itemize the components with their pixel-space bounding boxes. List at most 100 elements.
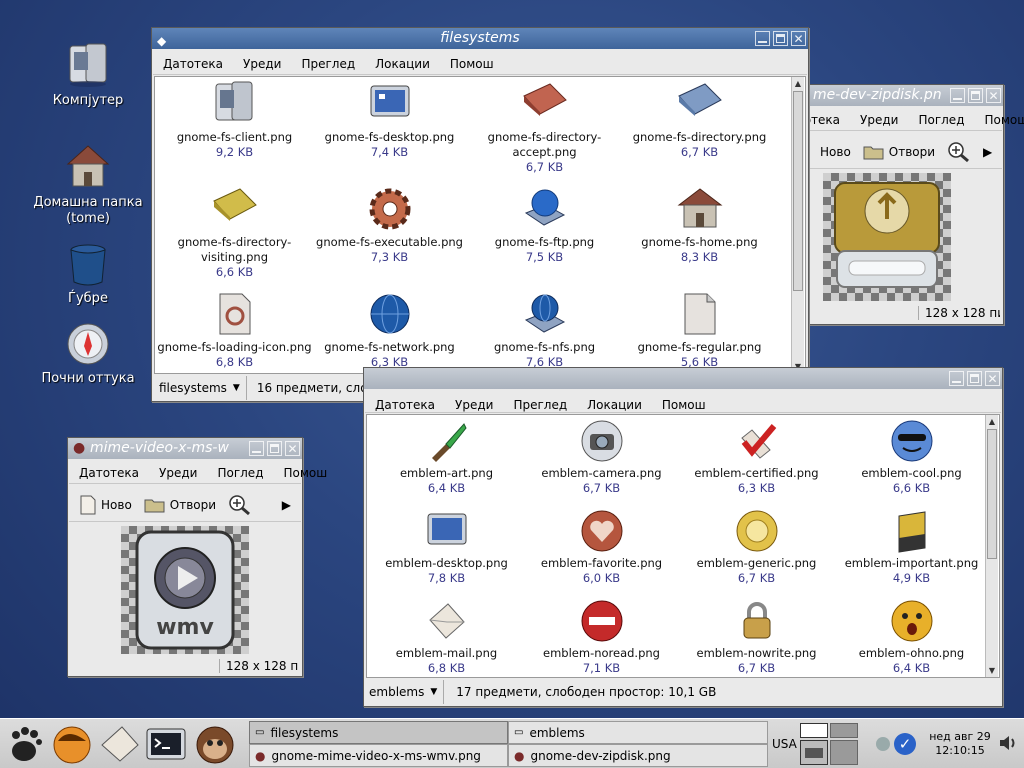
computer-icon	[69, 43, 107, 87]
minimize-button[interactable]	[949, 371, 964, 386]
menu-edit[interactable]: Уреди	[149, 466, 207, 480]
file-item[interactable]: gnome-fs-client.png 9,2 KB	[157, 77, 312, 182]
launcher-gaim[interactable]	[192, 723, 238, 765]
workspace-2[interactable]	[830, 723, 858, 738]
menu-edit[interactable]: Уреди	[233, 57, 291, 71]
file-item[interactable]: gnome-fs-directory-visiting.png 6,6 KB	[157, 182, 312, 287]
vertical-scrollbar[interactable]: ▲ ▼	[791, 77, 804, 373]
task-emblems[interactable]: ▭ emblems	[508, 721, 768, 744]
maximize-button[interactable]	[773, 31, 788, 46]
titlebar[interactable]: ● mime-video-x-ms-w	[68, 438, 302, 459]
file-item[interactable]: emblem-generic.png 6,7 KB	[679, 505, 834, 595]
toolbar-overflow-arrow[interactable]: ▶	[278, 496, 295, 514]
minimize-button[interactable]	[755, 31, 770, 46]
file-item[interactable]: gnome-fs-regular.png 5,6 KB	[622, 287, 777, 373]
menu-places[interactable]: Локации	[365, 57, 440, 71]
menu-view[interactable]: Поглед	[908, 113, 974, 127]
task-zipdisk-viewer[interactable]: ● gnome-dev-zipdisk.png	[508, 744, 768, 767]
file-item[interactable]: gnome-fs-executable.png 7,3 KB	[312, 182, 467, 287]
window-menu-icon[interactable]: ◆	[157, 31, 166, 49]
launcher-terminal[interactable]	[144, 723, 188, 765]
file-item[interactable]: emblem-art.png 6,4 KB	[369, 415, 524, 505]
launcher-firefox[interactable]	[50, 723, 94, 765]
volume-icon[interactable]	[998, 733, 1018, 756]
file-item[interactable]: emblem-ohno.png 6,4 KB	[834, 595, 989, 677]
menu-help[interactable]: Помош	[440, 57, 504, 71]
file-item[interactable]: emblem-desktop.png 7,8 KB	[369, 505, 524, 595]
desktop-icon-start-here[interactable]: Почни оттука	[18, 322, 158, 387]
open-button[interactable]: Отвори	[859, 141, 939, 163]
open-button[interactable]: Отвори	[140, 494, 220, 516]
titlebar[interactable]	[364, 368, 1002, 389]
new-button[interactable]: Ново	[75, 493, 136, 517]
file-item[interactable]: gnome-fs-desktop.png 7,4 KB	[312, 77, 467, 182]
clock[interactable]: нед авг 29 12:10:15	[928, 730, 992, 758]
update-check-icon[interactable]: ✓	[894, 733, 916, 755]
gnome-foot-menu-button[interactable]	[4, 723, 46, 765]
file-item[interactable]: emblem-camera.png 6,7 KB	[524, 415, 679, 505]
menu-help[interactable]: Помош	[975, 113, 1024, 127]
file-item[interactable]: gnome-fs-nfs.png 7,6 KB	[467, 287, 622, 373]
desktop-icon-trash[interactable]: Ѓубре	[18, 242, 158, 307]
titlebar[interactable]: ◆ filesystems	[152, 28, 808, 49]
zoom-in-button[interactable]	[224, 492, 256, 518]
file-item[interactable]: gnome-fs-directory.png 6,7 KB	[622, 77, 777, 182]
scrollbar-thumb[interactable]	[987, 429, 997, 559]
task-filesystems[interactable]: ▭ filesystems	[249, 721, 508, 744]
file-item[interactable]: gnome-fs-network.png 6,3 KB	[312, 287, 467, 373]
close-button[interactable]	[285, 439, 300, 459]
launcher-mail[interactable]	[98, 723, 142, 765]
menu-edit[interactable]: Уреди	[850, 113, 908, 127]
file-item[interactable]: emblem-important.png 4,9 KB	[834, 505, 989, 595]
menu-file[interactable]: Датотека	[153, 57, 233, 71]
toolbar-overflow-arrow[interactable]: ▶	[979, 143, 996, 161]
keyboard-layout-indicator[interactable]: USA	[772, 737, 797, 751]
titlebar[interactable]: me-dev-zipdisk.pn	[807, 85, 1003, 106]
vertical-scrollbar[interactable]: ▲ ▼	[985, 415, 998, 677]
menu-view[interactable]: Преглед	[503, 398, 577, 412]
maximize-button[interactable]	[267, 441, 282, 456]
close-button[interactable]	[986, 86, 1001, 106]
file-item[interactable]: emblem-certified.png 6,3 KB	[679, 415, 834, 505]
menu-view[interactable]: Преглед	[291, 57, 365, 71]
file-item[interactable]: gnome-fs-home.png 8,3 KB	[622, 182, 777, 287]
file-item[interactable]: emblem-mail.png 6,8 KB	[369, 595, 524, 677]
workspace-switcher[interactable]	[800, 723, 858, 765]
app-menu-icon[interactable]: ●	[73, 438, 85, 459]
menu-file[interactable]: Датотека	[69, 466, 149, 480]
scrollbar-thumb[interactable]	[793, 91, 803, 291]
workspace-4[interactable]	[830, 740, 858, 765]
maximize-button[interactable]	[967, 371, 982, 386]
file-item[interactable]: emblem-noread.png 7,1 KB	[524, 595, 679, 677]
network-status-icon[interactable]	[876, 737, 890, 751]
file-item[interactable]: gnome-fs-loading-icon.png 6,8 KB	[157, 287, 312, 373]
scroll-up-arrow[interactable]: ▲	[792, 77, 804, 90]
scroll-up-arrow[interactable]: ▲	[986, 415, 998, 428]
file-item[interactable]: gnome-fs-ftp.png 7,5 KB	[467, 182, 622, 287]
workspace-3[interactable]	[800, 740, 828, 765]
scroll-down-arrow[interactable]: ▼	[986, 664, 998, 677]
minimize-button[interactable]	[950, 88, 965, 103]
menu-places[interactable]: Локации	[577, 398, 652, 412]
menu-edit[interactable]: Уреди	[445, 398, 503, 412]
minimize-button[interactable]	[249, 441, 264, 456]
menu-help[interactable]: Помош	[652, 398, 716, 412]
file-item[interactable]: emblem-nowrite.png 6,7 KB	[679, 595, 834, 677]
file-item[interactable]: gnome-fs-directory-accept.png 6,7 KB	[467, 77, 622, 182]
file-item[interactable]: emblem-cool.png 6,6 KB	[834, 415, 989, 505]
location-dropdown[interactable]: filesystems ▼	[153, 376, 247, 400]
file-item[interactable]: emblem-favorite.png 6,0 KB	[524, 505, 679, 595]
maximize-button[interactable]	[968, 88, 983, 103]
desktop-icon-home[interactable]: Домашна папка (tome)	[18, 142, 158, 227]
menu-help[interactable]: Помош	[274, 466, 338, 480]
desktop-icon-computer[interactable]: Компјутер	[18, 40, 158, 109]
new-button[interactable]: Ново	[816, 143, 855, 161]
close-button[interactable]	[985, 369, 1000, 389]
menu-file[interactable]: Датотека	[365, 398, 445, 412]
close-button[interactable]	[791, 29, 806, 49]
task-video-viewer[interactable]: ● gnome-mime-video-x-ms-wmv.png	[249, 744, 508, 767]
menu-view[interactable]: Поглед	[207, 466, 273, 480]
workspace-1[interactable]	[800, 723, 828, 738]
location-dropdown[interactable]: emblems ▼	[365, 680, 445, 704]
zoom-in-button[interactable]	[943, 139, 975, 165]
